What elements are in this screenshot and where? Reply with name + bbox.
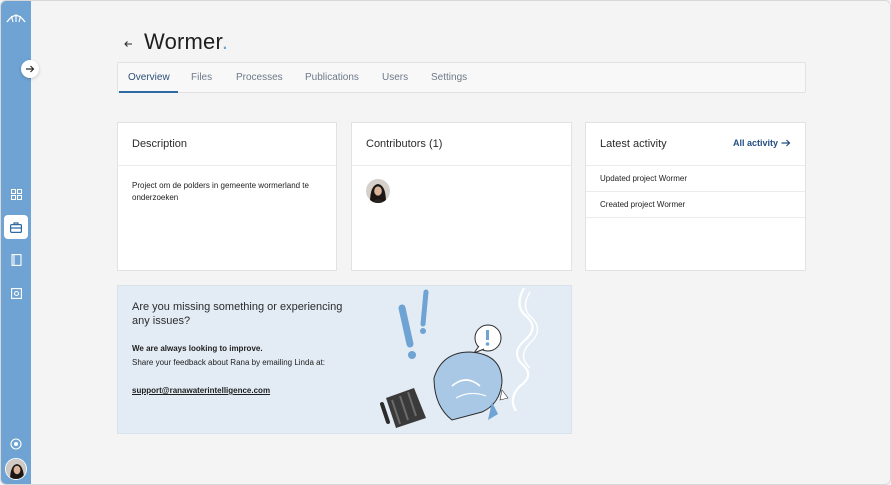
tab-bar: Overview Files Processes Publications Us… [117, 62, 806, 93]
page-title: Wormer. [144, 29, 228, 55]
tab-overview[interactable]: Overview [128, 72, 170, 83]
feedback-title: Are you missing something or experiencin… [132, 301, 343, 327]
app-window: Wormer. Overview Files Processes Publica… [0, 0, 891, 485]
expand-sidebar-button[interactable] [21, 60, 39, 78]
feedback-email-link[interactable]: support@ranawaterintelligence.com [132, 386, 270, 395]
tab-settings[interactable]: Settings [431, 72, 467, 83]
book-icon[interactable] [8, 252, 24, 268]
project-name: Wormer [144, 29, 222, 54]
settings-box-icon[interactable] [8, 285, 24, 301]
activity-card: Latest activity All activity Updated pro… [585, 122, 806, 271]
umbrella-logo-icon[interactable] [6, 10, 26, 26]
all-activity-link[interactable]: All activity [733, 138, 791, 148]
contributors-title: Contributors (1) [352, 123, 571, 166]
arrow-right-icon [26, 65, 35, 73]
tab-publications[interactable]: Publications [305, 72, 359, 83]
briefcase-icon[interactable] [4, 215, 28, 239]
target-icon[interactable] [8, 436, 24, 452]
tab-files[interactable]: Files [191, 72, 212, 83]
description-title: Description [118, 123, 336, 166]
feedback-banner: Are you missing something or experiencin… [117, 285, 572, 434]
description-text: Project om de polders in gemeente wormer… [132, 181, 309, 202]
lightbulb-illustration [380, 287, 539, 428]
tab-processes[interactable]: Processes [236, 72, 283, 83]
title-dot: . [221, 29, 229, 54]
back-arrow-icon[interactable] [122, 37, 134, 49]
feedback-strong: We are always looking to improve. [132, 344, 263, 353]
contributors-card: Contributors (1) [351, 122, 572, 271]
feedback-text: Share your feedback about Rana by emaili… [132, 358, 326, 367]
all-activity-label: All activity [732, 138, 778, 148]
grid-icon[interactable] [8, 186, 24, 202]
active-tab-indicator [119, 91, 178, 93]
activity-item: Updated project Wormer [586, 166, 805, 192]
description-card: Description Project om de polders in gem… [117, 122, 337, 271]
arrow-right-icon [781, 139, 791, 147]
tab-users[interactable]: Users [382, 72, 408, 83]
activity-item: Created project Wormer [586, 192, 805, 218]
user-avatar[interactable] [5, 458, 27, 480]
contributor-avatar[interactable] [366, 179, 390, 203]
